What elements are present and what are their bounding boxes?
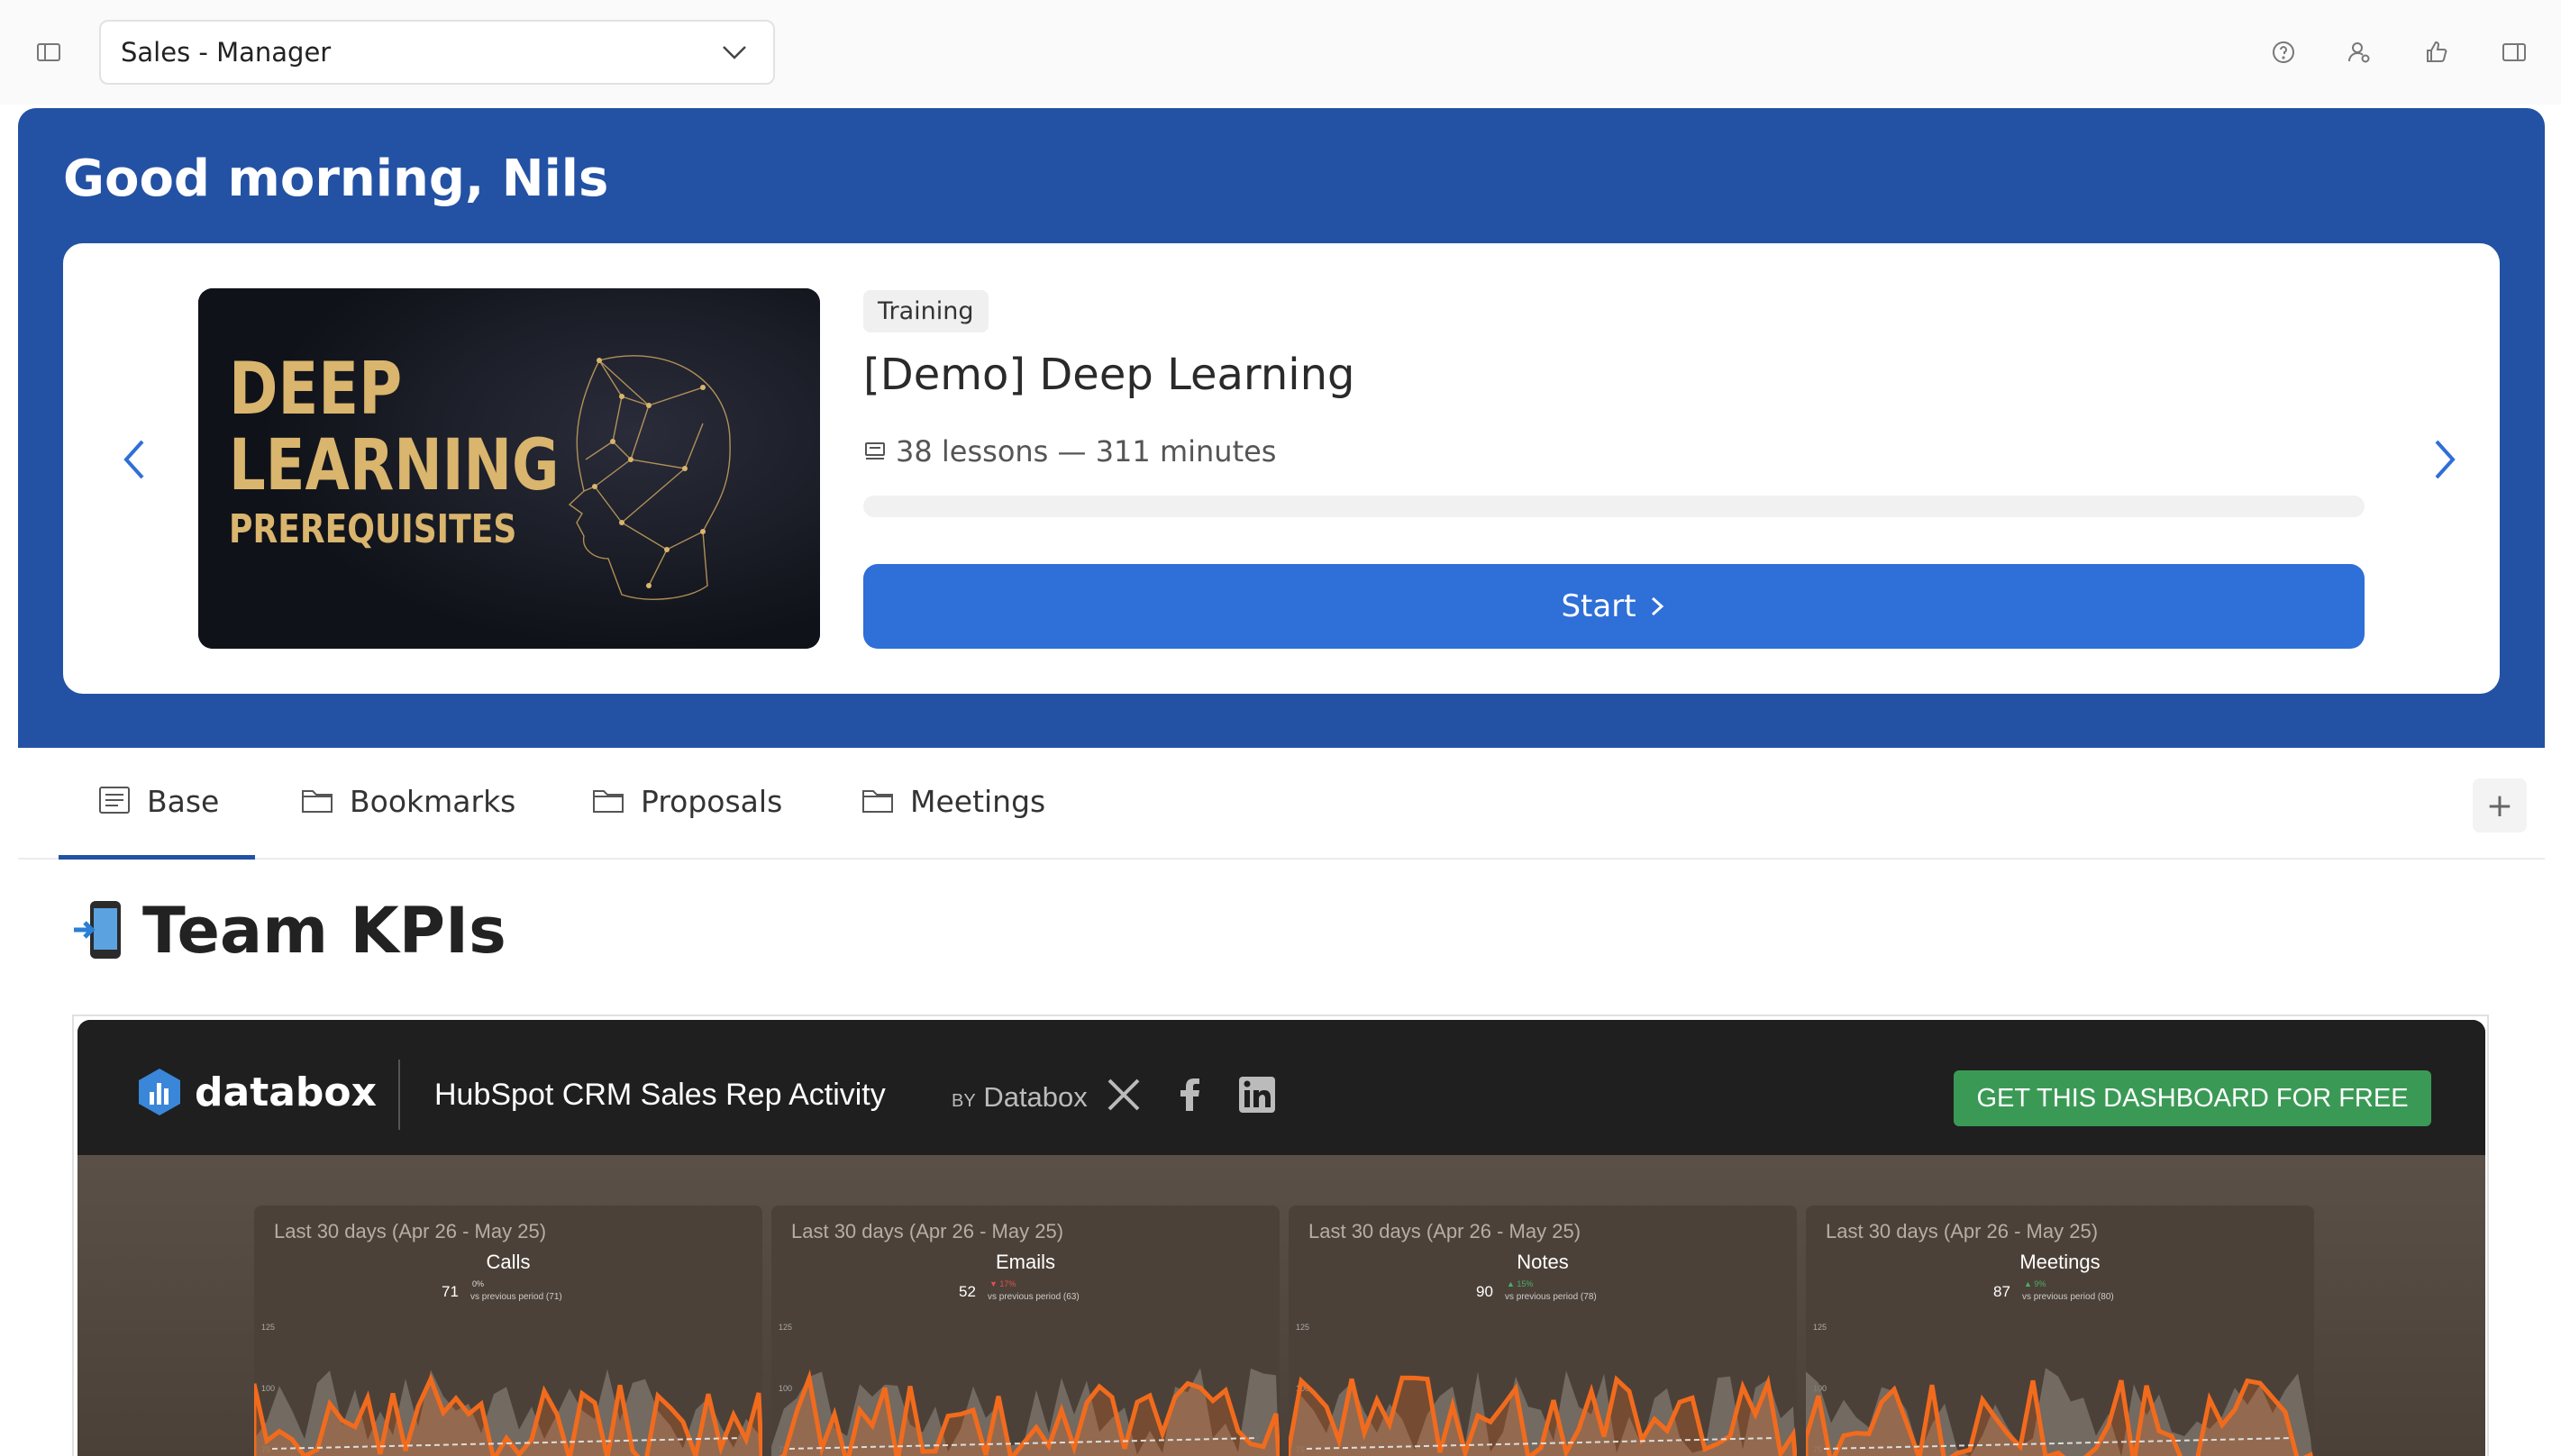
facebook-icon[interactable] [1171, 1076, 1209, 1114]
kpi-trend-chart [771, 1368, 1280, 1456]
course-card: DEEP LEARNING PREREQUISITES Training [De… [63, 243, 2500, 694]
folder-icon [593, 790, 624, 813]
toggle-sidebar-icon[interactable] [23, 27, 74, 77]
linkedin-icon[interactable] [1238, 1076, 1276, 1114]
dashboard-body: Last 30 days (Apr 26 - May 25) Calls 71 0% v… [77, 1155, 2485, 1456]
kpi-previous: vs previous period (63) [988, 1292, 1080, 1302]
kpi-trend-chart [1289, 1370, 1797, 1456]
kpi-value: 87 [1993, 1283, 2010, 1300]
section-heading: Team KPIs [72, 894, 506, 968]
folder-icon [302, 790, 333, 813]
section-title: Team KPIs [142, 894, 506, 968]
mobile-phone-arrow-icon [74, 901, 121, 959]
kpi-value: 90 [1476, 1283, 1493, 1300]
y-tick-label: 125 [1813, 1323, 1827, 1332]
kpi-change: ▲ 9% [2024, 1279, 2046, 1288]
help-icon[interactable] [2258, 27, 2309, 77]
carousel-next-icon[interactable] [2426, 432, 2462, 487]
kpi-previous: vs previous period (80) [2022, 1292, 2114, 1302]
role-select[interactable]: Sales - Manager [99, 20, 775, 85]
folder-icon [862, 790, 893, 813]
kpi-previous: vs previous period (71) [470, 1292, 562, 1302]
role-select-value: Sales - Manager [121, 37, 332, 68]
databox-logo[interactable]: databox [137, 1067, 377, 1117]
kpi-period: Last 30 days (Apr 26 - May 25) [1308, 1220, 1581, 1242]
kpi-period: Last 30 days (Apr 26 - May 25) [791, 1220, 1064, 1242]
header-divider [398, 1060, 400, 1130]
kpi-period: Last 30 days (Apr 26 - May 25) [274, 1220, 547, 1242]
tab-label: Meetings [910, 784, 1046, 819]
chevron-down-icon [723, 46, 746, 59]
kpi-title: Notes [1517, 1251, 1569, 1273]
x-twitter-icon[interactable] [1105, 1076, 1143, 1114]
thumbs-up-icon[interactable] [2411, 27, 2462, 77]
y-tick-label: 125 [1296, 1323, 1310, 1332]
kpi-panel-meetings: Last 30 days (Apr 26 - May 25) Meetings 87… [1806, 1206, 2314, 1456]
start-button[interactable]: Start [863, 564, 2365, 649]
course-title[interactable]: [Demo] Deep Learning [863, 350, 1354, 400]
thumbnail-title: DEEP LEARNING PREREQUISITES [229, 347, 560, 552]
tab-label: Bookmarks [350, 784, 516, 819]
kpi-previous: vs previous period (78) [1505, 1292, 1597, 1302]
carousel-prev-icon[interactable] [117, 432, 153, 487]
kpi-title: Meetings [2019, 1251, 2101, 1273]
tab-meetings[interactable]: Meetings [861, 784, 1045, 860]
kpi-panel-calls: Last 30 days (Apr 26 - May 25) Calls 71 0% v… [254, 1206, 762, 1456]
course-thumbnail[interactable]: DEEP LEARNING PREREQUISITES [198, 288, 820, 649]
kpi-trend-chart [1806, 1368, 2313, 1456]
chevron-right-icon [1651, 596, 1663, 616]
brand-name: databox [195, 1069, 378, 1115]
kpi-title: Calls [486, 1251, 531, 1273]
embedded-dashboard: databox HubSpot CRM Sales Rep Activity B… [72, 1015, 2489, 1456]
kpi-trend-chart [254, 1369, 762, 1456]
tab-label: Proposals [641, 784, 783, 819]
kpi-period: Last 30 days (Apr 26 - May 25) [1826, 1220, 2099, 1242]
tab-proposals[interactable]: Proposals [592, 784, 782, 860]
course-meta-text: 38 lessons — 311 minutes [896, 434, 1277, 469]
tab-base[interactable]: Base [59, 784, 256, 860]
course-type-badge: Training [863, 290, 989, 332]
tab-label: Base [147, 784, 220, 819]
dashboard-title: HubSpot CRM Sales Rep Activity [434, 1078, 886, 1112]
databox-logo-icon [139, 1069, 180, 1115]
kpi-change: ▲ 15% [1507, 1279, 1534, 1288]
add-tab-button[interactable]: + [2473, 778, 2527, 833]
by-prefix: BY [952, 1091, 976, 1111]
kpi-title: Emails [995, 1251, 1055, 1273]
y-tick-label: 125 [261, 1323, 276, 1332]
kpi-panel-emails: Last 30 days (Apr 26 - May 25) Emails 52 ▼ … [771, 1206, 1280, 1456]
dashboard-frame: databox HubSpot CRM Sales Rep Activity B… [77, 1020, 2485, 1456]
start-button-label: Start [1561, 588, 1636, 624]
tab-bar: Base Bookmarks Proposals Meetings + [18, 748, 2545, 860]
author-name: Databox [983, 1081, 1088, 1113]
kpi-panel-notes: Last 30 days (Apr 26 - May 25) Notes 90 ▲ 1… [1289, 1206, 1797, 1456]
get-dashboard-button[interactable]: GET THIS DASHBOARD FOR FREE [1954, 1070, 2431, 1126]
kpi-value: 71 [442, 1283, 459, 1300]
kpi-change: 0% [472, 1279, 485, 1288]
plus-icon: + [2485, 787, 2514, 824]
greeting-heading: Good morning, Nils [63, 150, 609, 208]
tab-bookmarks[interactable]: Bookmarks [301, 784, 515, 860]
course-progress-bar [863, 496, 2365, 517]
toggle-right-panel-icon[interactable] [2489, 27, 2539, 77]
lessons-icon [865, 442, 885, 460]
kpi-value: 52 [959, 1283, 976, 1300]
y-tick-label: 125 [779, 1323, 793, 1332]
dashboard-header: databox HubSpot CRM Sales Rep Activity B… [77, 1020, 2485, 1155]
top-bar: Sales - Manager [0, 0, 2561, 105]
dashboard-author: BY Databox [952, 1081, 1088, 1114]
user-settings-icon[interactable] [2334, 27, 2384, 77]
document-list-icon [99, 787, 130, 814]
hero-banner: Good morning, Nils DEEP LEARNING PREREQU… [18, 108, 2545, 748]
course-meta: 38 lessons — 311 minutes [863, 434, 1276, 469]
kpi-change: ▼ 17% [989, 1279, 1016, 1288]
